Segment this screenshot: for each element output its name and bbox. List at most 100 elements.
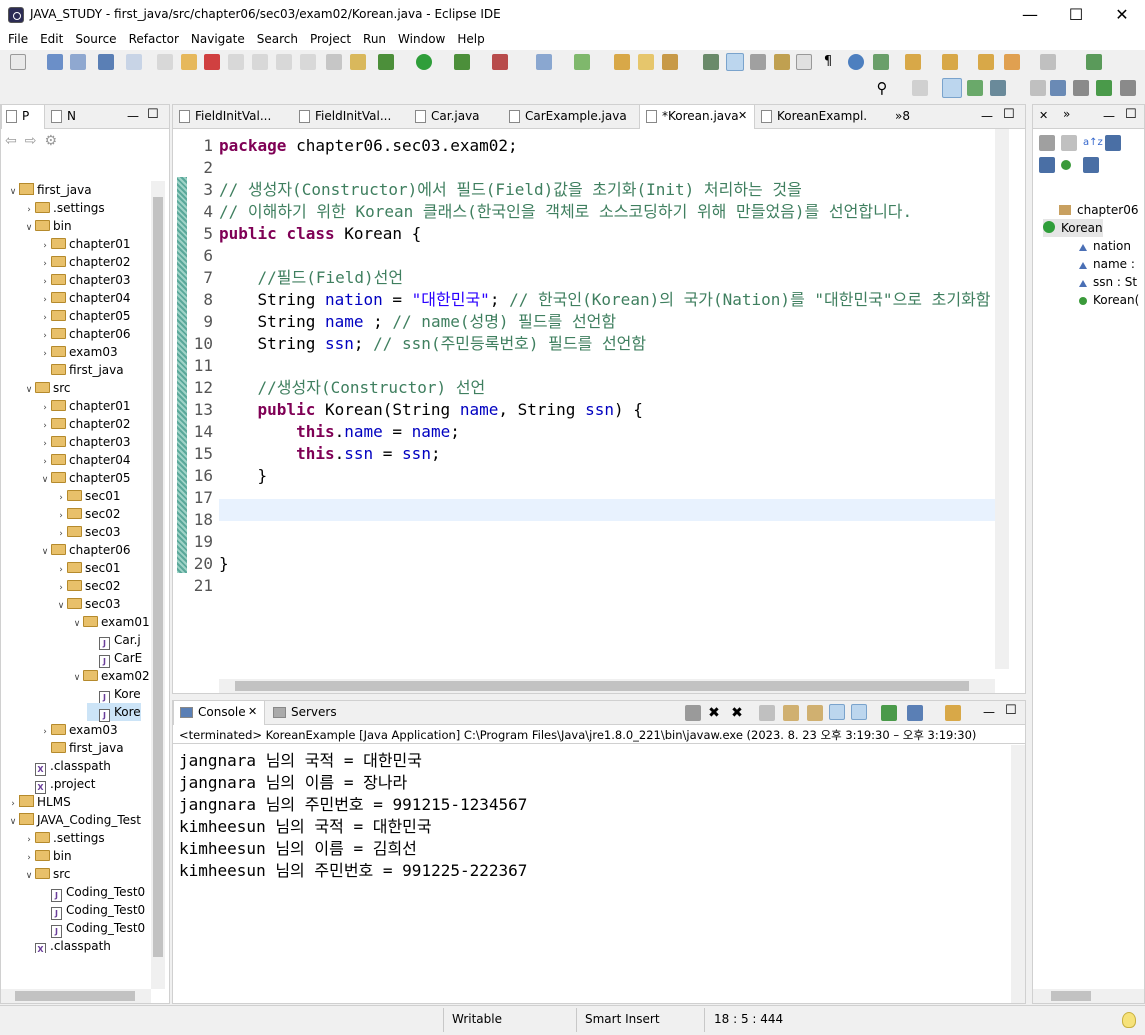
menu-run[interactable]: Run xyxy=(355,30,390,46)
chevron-down-icon[interactable]: ∨ xyxy=(23,867,35,885)
tree-item[interactable]: › chapter01 xyxy=(39,397,130,415)
chevron-down-icon[interactable]: ∨ xyxy=(23,381,35,399)
code-line[interactable]: public Korean(String name, String ssn) { xyxy=(219,399,643,421)
tab-carexample-java[interactable]: CarExample.java xyxy=(503,105,639,129)
tree-item[interactable]: › sec03 xyxy=(55,523,120,541)
new-icon[interactable] xyxy=(10,54,26,70)
chevron-down-icon[interactable]: ∨ xyxy=(71,615,83,633)
outline-item[interactable]: chapter06 xyxy=(1059,201,1138,219)
tree-item[interactable]: J Kore xyxy=(87,703,141,722)
resume-icon[interactable] xyxy=(157,54,173,70)
console-vscrollbar[interactable] xyxy=(1011,745,1025,1003)
tree-item[interactable]: › sec01 xyxy=(55,487,120,505)
search-icon[interactable]: ⚲ xyxy=(874,80,890,96)
code-line[interactable]: package chapter06.sec03.exam02; xyxy=(219,135,518,157)
outline-item[interactable]: ssn : St xyxy=(1079,273,1137,291)
step-over-icon[interactable] xyxy=(276,54,292,70)
code-line[interactable]: // 이해하기 위한 Korean 클래스(한국인을 객체로 소스코딩하기 위해… xyxy=(219,201,912,223)
tree-item[interactable]: X .project xyxy=(23,775,95,794)
outline-item[interactable]: name : xyxy=(1079,255,1135,273)
prev-annotation-icon[interactable] xyxy=(942,54,958,70)
show-whitespace-icon[interactable] xyxy=(750,54,766,70)
chevron-down-icon[interactable]: ∨ xyxy=(39,543,51,561)
tree-item[interactable]: › .settings xyxy=(23,829,104,847)
panel-icon-1[interactable] xyxy=(1050,80,1066,96)
skip-breakpoints-icon[interactable] xyxy=(126,54,142,70)
code-line[interactable]: //생성자(Constructor) 선언 xyxy=(219,377,486,399)
show-on-stdout-icon[interactable] xyxy=(829,704,845,720)
word-wrap-icon[interactable] xyxy=(796,54,812,70)
minimize-view-icon[interactable]: — xyxy=(127,109,139,123)
maximize-view-icon[interactable]: ☐ xyxy=(147,107,159,122)
tree-item[interactable]: › chapter02 xyxy=(39,253,130,271)
tree-item[interactable]: J Kore xyxy=(87,685,141,704)
tips-icon[interactable] xyxy=(1122,1012,1136,1028)
panel-icon-2[interactable] xyxy=(1073,80,1089,96)
menu-help[interactable]: Help xyxy=(449,30,488,46)
close-outline-icon[interactable]: ✕ xyxy=(1039,109,1048,122)
close-tab-icon[interactable]: ✕ xyxy=(738,105,747,127)
explorer-scrollbar[interactable] xyxy=(151,181,165,989)
tree-item[interactable]: ∨ exam01 xyxy=(71,613,150,631)
tab-console[interactable]: Console ✕ xyxy=(173,701,265,725)
console-icon[interactable] xyxy=(98,54,114,70)
debug-perspective-icon[interactable] xyxy=(990,80,1006,96)
back-icon[interactable] xyxy=(1004,54,1020,70)
open-console-icon[interactable] xyxy=(945,705,961,721)
outline-item[interactable]: Korean xyxy=(1043,219,1103,237)
chevron-down-icon[interactable]: ∨ xyxy=(23,219,35,237)
chevron-down-icon[interactable]: ∨ xyxy=(55,597,67,615)
tree-item[interactable]: X .classpath xyxy=(23,937,111,953)
scroll-lock-icon[interactable] xyxy=(783,705,799,721)
chevron-down-icon[interactable]: ∨ xyxy=(7,183,19,201)
open-perspective-icon[interactable] xyxy=(912,80,928,96)
tree-item[interactable]: ∨ bin xyxy=(23,217,72,235)
show-on-stderr-icon[interactable] xyxy=(851,704,867,720)
disconnect-icon[interactable] xyxy=(228,54,244,70)
collapse-all-icon[interactable] xyxy=(1039,135,1055,151)
tab-servers[interactable]: Servers xyxy=(267,701,337,725)
link-editor-icon[interactable] xyxy=(1061,135,1077,151)
external-tools-icon[interactable] xyxy=(492,54,508,70)
new-java-project-icon[interactable] xyxy=(536,54,552,70)
web-icon[interactable] xyxy=(873,54,889,70)
tree-item[interactable]: › exam03 xyxy=(39,721,117,739)
tree-item[interactable]: › HLMS xyxy=(7,793,71,811)
tree-item[interactable]: ∨ exam02 xyxy=(71,667,150,685)
sort-icon[interactable]: a↑z xyxy=(1083,135,1103,151)
maximize-console-icon[interactable]: ☐ xyxy=(1005,703,1017,718)
code-area[interactable]: 1 package chapter06.sec03.exam02; 2 3 // 생성자… xyxy=(173,129,1025,679)
menu-window[interactable]: Window xyxy=(390,30,449,46)
tree-item[interactable]: ∨ src xyxy=(23,865,71,883)
tab-fieldinitval-2[interactable]: FieldInitVal... xyxy=(293,105,405,129)
maximize-outline-icon[interactable]: ☐ xyxy=(1125,107,1137,122)
tree-item[interactable]: › chapter03 xyxy=(39,433,130,451)
minimize-outline-icon[interactable]: — xyxy=(1103,109,1115,123)
run-icon[interactable] xyxy=(416,54,432,70)
tree-item[interactable]: › chapter03 xyxy=(39,271,130,289)
save-icon[interactable] xyxy=(47,54,63,70)
tree-item[interactable]: J CarE xyxy=(87,649,142,668)
outline-item[interactable]: Korean( xyxy=(1079,291,1139,309)
java-perspective-icon[interactable] xyxy=(967,80,983,96)
tree-item[interactable]: › chapter01 xyxy=(39,235,130,253)
hide-nonpublic-icon[interactable] xyxy=(1061,160,1071,170)
tab-fieldinitval-1[interactable]: FieldInitVal... xyxy=(173,105,293,129)
tree-item[interactable]: first_java xyxy=(39,361,124,379)
tree-item[interactable]: J Coding_Test0 xyxy=(39,883,145,902)
outline-tab-overflow[interactable]: » xyxy=(1063,107,1070,121)
maximize-button[interactable]: ☐ xyxy=(1053,0,1099,30)
tree-item[interactable]: ∨ chapter05 xyxy=(39,469,131,487)
close-button[interactable]: ✕ xyxy=(1099,0,1145,30)
panel-icon-4[interactable] xyxy=(1120,80,1136,96)
tree-item[interactable]: › chapter02 xyxy=(39,415,130,433)
new-package-icon[interactable] xyxy=(574,54,590,70)
tree-item[interactable]: first_java xyxy=(39,739,124,757)
restore-icon[interactable] xyxy=(1030,80,1046,96)
pin-editor-icon[interactable] xyxy=(1086,54,1102,70)
tree-item[interactable]: X .classpath xyxy=(23,757,111,776)
tree-item[interactable]: ∨ chapter06 xyxy=(39,541,131,561)
outline-hscrollbar[interactable] xyxy=(1033,989,1144,1003)
remove-launch-icon[interactable]: ✖ xyxy=(706,705,722,721)
tree-item[interactable]: › sec02 xyxy=(55,505,120,523)
